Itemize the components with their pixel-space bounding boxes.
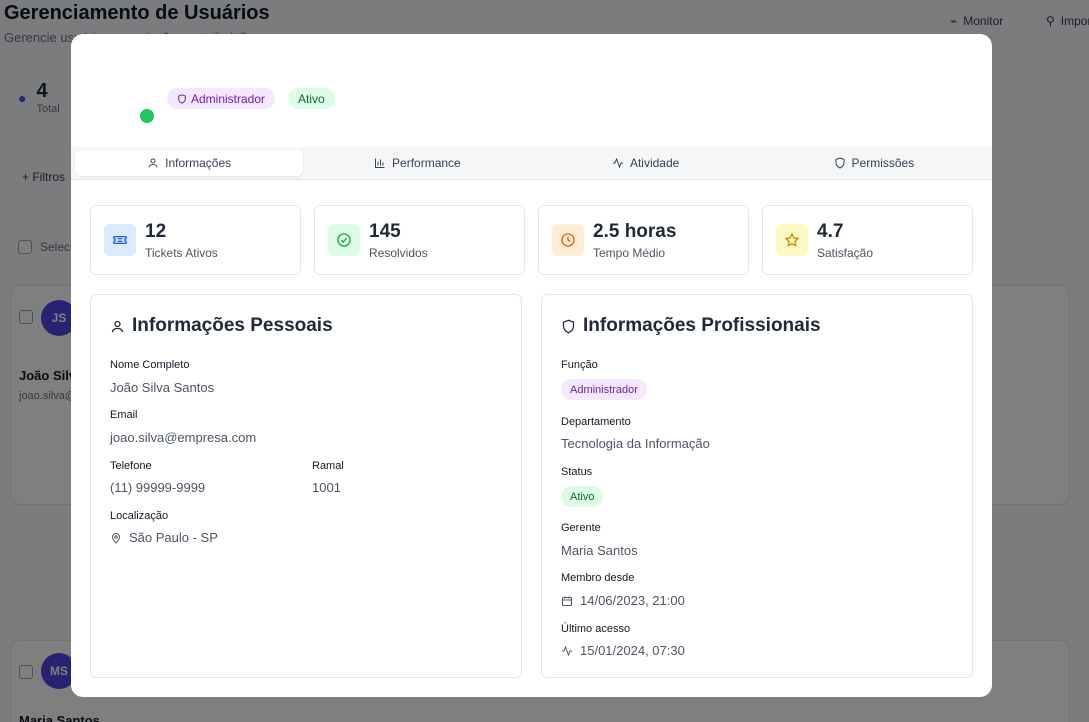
user-badges: Administrador Ativo: [167, 88, 335, 109]
last-access-value: 15/01/2024, 07:30: [561, 643, 685, 658]
map-pin-icon: [111, 532, 121, 544]
user-icon: [111, 320, 124, 332]
role-badge: Administrador: [561, 379, 647, 400]
personal-info-title: Informações Pessoais: [110, 315, 333, 337]
location-label: Localização: [110, 510, 169, 522]
manager-value: Maria Santos: [561, 543, 638, 558]
calendar-icon: [562, 596, 572, 606]
stat-card-satisfaction: 4.7 Satisfação: [762, 205, 973, 275]
personal-info-card: Informações Pessoais Nome Completo João …: [90, 294, 522, 678]
stat-card-resolved: 145 Resolvidos: [314, 205, 525, 275]
stat-card-tickets: 12 Tickets Ativos: [90, 205, 301, 275]
phone-value: (11) 99999-9999: [110, 480, 206, 495]
status-label: Status: [561, 466, 593, 478]
status-badge: Ativo: [561, 486, 604, 507]
extension-label: Ramal: [312, 460, 344, 472]
manager-label: Gerente: [561, 522, 601, 534]
status-badge: Ativo: [288, 88, 335, 109]
tab-performance[interactable]: Performance: [303, 150, 531, 176]
tab-atividade[interactable]: Atividade: [532, 150, 760, 176]
activity-icon: [562, 645, 572, 656]
member-since-value: 14/06/2023, 21:00: [561, 593, 685, 608]
clock-icon: [552, 224, 584, 256]
modal-tabs: Informações Performance Atividade Permis…: [71, 147, 992, 180]
modal-header: Administrador Ativo: [71, 34, 992, 147]
member-since-label: Membro desde: [561, 572, 635, 584]
shield-icon: [835, 157, 845, 169]
user-details-modal: Administrador Ativo Informações Performa…: [71, 34, 992, 697]
bar-chart-icon: [375, 158, 385, 168]
name-value: João Silva Santos: [110, 380, 215, 395]
email-value: joao.silva@empresa.com: [110, 430, 257, 445]
user-icon: [148, 158, 158, 168]
online-status-dot: [140, 109, 154, 123]
stat-card-avg-time: 2.5 horas Tempo Médio: [538, 205, 749, 275]
department-label: Departamento: [561, 416, 631, 428]
last-access-label: Último acesso: [561, 623, 631, 635]
department-value: Tecnologia da Informação: [561, 436, 710, 451]
extension-value: 1001: [312, 480, 341, 495]
tab-permissoes[interactable]: Permissões: [760, 150, 988, 176]
check-circle-icon: [328, 224, 360, 256]
star-icon: [776, 224, 808, 256]
professional-info-title: Informações Profissionais: [561, 315, 821, 337]
professional-info-card: Informações Profissionais Função Adminis…: [541, 294, 973, 678]
phone-label: Telefone: [110, 460, 152, 472]
email-label: Email: [110, 409, 138, 421]
role-badge: Administrador: [167, 88, 276, 109]
ticket-icon: [104, 224, 136, 256]
role-label: Função: [561, 359, 598, 371]
shield-icon: [562, 319, 575, 333]
shield-icon: [178, 93, 186, 104]
name-label: Nome Completo: [110, 359, 190, 371]
tab-informacoes[interactable]: Informações: [75, 150, 304, 176]
location-value: São Paulo - SP: [110, 530, 218, 545]
activity-icon: [612, 157, 623, 169]
